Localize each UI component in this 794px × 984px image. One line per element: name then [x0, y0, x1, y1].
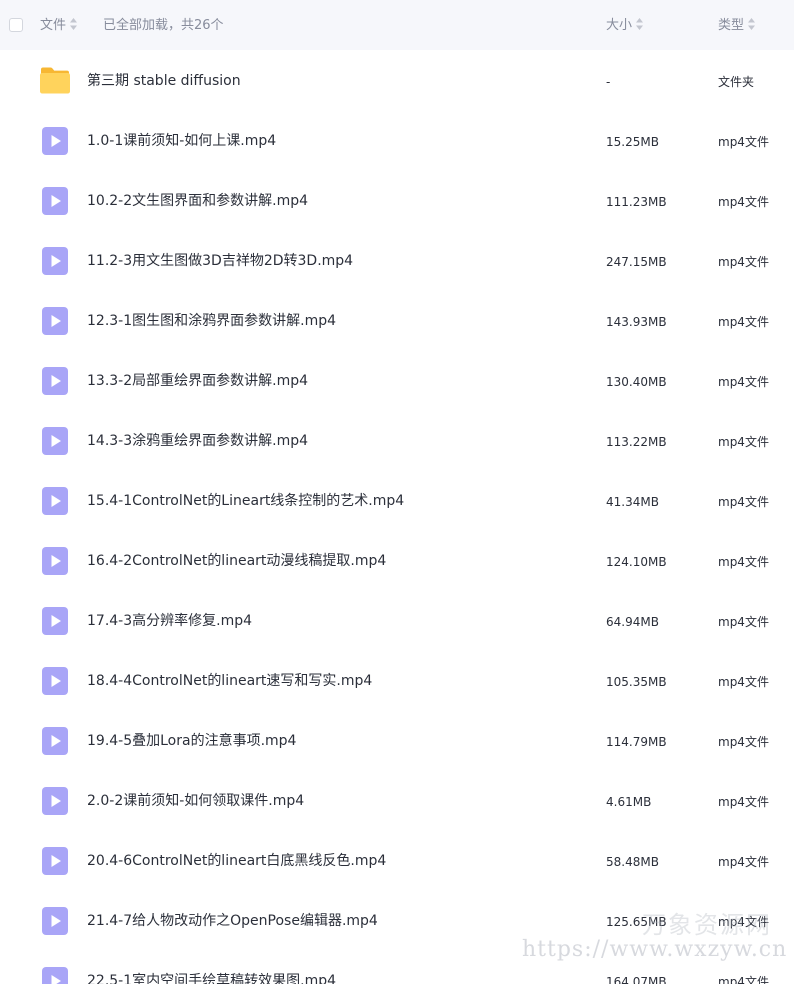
- file-size: 114.79MB: [606, 735, 667, 749]
- file-type: mp4文件: [718, 975, 769, 984]
- file-name: 20.4-6ControlNet的lineart白底黑线反色.mp4: [87, 853, 387, 869]
- sort-icon: [70, 18, 78, 30]
- file-name: 16.4-2ControlNet的lineart动漫线稿提取.mp4: [87, 553, 387, 569]
- video-file-icon: [42, 487, 68, 515]
- video-file-icon: [42, 847, 68, 875]
- file-type: mp4文件: [718, 375, 769, 389]
- file-size: 111.23MB: [606, 195, 667, 209]
- file-type: mp4文件: [718, 795, 769, 809]
- select-all-checkbox[interactable]: [9, 18, 23, 32]
- list-item[interactable]: 21.4-7给人物改动作之OpenPose编辑器.mp4 125.65MB mp…: [0, 890, 794, 950]
- file-type: mp4文件: [718, 435, 769, 449]
- file-name: 2.0-2课前须知-如何领取课件.mp4: [87, 793, 305, 809]
- list-item[interactable]: 17.4-3高分辨率修复.mp4 64.94MB mp4文件: [0, 590, 794, 650]
- file-type: mp4文件: [718, 675, 769, 689]
- list-item[interactable]: 10.2-2文生图界面和参数讲解.mp4 111.23MB mp4文件: [0, 170, 794, 230]
- list-item[interactable]: 11.2-3用文生图做3D吉祥物2D转3D.mp4 247.15MB mp4文件: [0, 230, 794, 290]
- file-name: 11.2-3用文生图做3D吉祥物2D转3D.mp4: [87, 253, 354, 269]
- file-size: 64.94MB: [606, 615, 659, 629]
- list-item[interactable]: 19.4-5叠加Lora的注意事项.mp4 114.79MB mp4文件: [0, 710, 794, 770]
- file-size: 130.40MB: [606, 375, 667, 389]
- list-item[interactable]: 14.3-3涂鸦重绘界面参数讲解.mp4 113.22MB mp4文件: [0, 410, 794, 470]
- column-header-type[interactable]: 类型: [718, 17, 756, 35]
- column-header-name[interactable]: 文件: [40, 17, 78, 35]
- column-header-type-label: 类型: [718, 18, 745, 33]
- file-size: 4.61MB: [606, 795, 652, 809]
- file-name: 12.3-1图生图和涂鸦界面参数讲解.mp4: [87, 313, 337, 329]
- file-name: 17.4-3高分辨率修复.mp4: [87, 613, 253, 629]
- file-name: 第三期 stable diffusion: [87, 73, 241, 89]
- video-file-icon: [42, 247, 68, 275]
- video-file-icon: [42, 367, 68, 395]
- file-size: 15.25MB: [606, 135, 659, 149]
- file-type: mp4文件: [718, 555, 769, 569]
- video-file-icon: [42, 667, 68, 695]
- list-item[interactable]: 第三期 stable diffusion - 文件夹: [0, 50, 794, 110]
- list-item[interactable]: 16.4-2ControlNet的lineart动漫线稿提取.mp4 124.1…: [0, 530, 794, 590]
- file-type: mp4文件: [718, 255, 769, 269]
- sort-icon: [636, 18, 644, 30]
- video-file-icon: [42, 307, 68, 335]
- list-item[interactable]: 15.4-1ControlNet的Lineart线条控制的艺术.mp4 41.3…: [0, 470, 794, 530]
- file-name: 10.2-2文生图界面和参数讲解.mp4: [87, 193, 309, 209]
- file-name: 15.4-1ControlNet的Lineart线条控制的艺术.mp4: [87, 493, 405, 509]
- video-file-icon: [42, 547, 68, 575]
- video-file-icon: [42, 727, 68, 755]
- sort-icon: [748, 18, 756, 30]
- file-name: 1.0-1课前须知-如何上课.mp4: [87, 133, 277, 149]
- file-name: 14.3-3涂鸦重绘界面参数讲解.mp4: [87, 433, 309, 449]
- file-name: 22.5-1室内空间手绘草稿转效果图.mp4: [87, 973, 337, 984]
- column-header-size-label: 大小: [606, 18, 633, 33]
- list-item[interactable]: 12.3-1图生图和涂鸦界面参数讲解.mp4 143.93MB mp4文件: [0, 290, 794, 350]
- file-list-page: 文件 已全部加载，共26个 大小 类型 第三期 stable diffusion…: [0, 0, 794, 984]
- file-type: mp4文件: [718, 495, 769, 509]
- file-type: mp4文件: [718, 735, 769, 749]
- column-header-name-label: 文件: [40, 18, 67, 33]
- column-header-size[interactable]: 大小: [606, 17, 644, 35]
- video-file-icon: [42, 607, 68, 635]
- file-size: 124.10MB: [606, 555, 667, 569]
- file-size: 113.22MB: [606, 435, 667, 449]
- video-file-icon: [42, 967, 68, 984]
- file-name: 18.4-4ControlNet的lineart速写和写实.mp4: [87, 673, 373, 689]
- file-type: mp4文件: [718, 855, 769, 869]
- file-name: 21.4-7给人物改动作之OpenPose编辑器.mp4: [87, 913, 378, 929]
- video-file-icon: [42, 127, 68, 155]
- file-size: 164.07MB: [606, 975, 667, 984]
- file-size: -: [606, 75, 611, 89]
- load-status-text: 已全部加载，共26个: [103, 18, 224, 33]
- list-item[interactable]: 22.5-1室内空间手绘草稿转效果图.mp4 164.07MB mp4文件: [0, 950, 794, 984]
- file-size: 105.35MB: [606, 675, 667, 689]
- file-type: 文件夹: [718, 75, 755, 89]
- video-file-icon: [42, 787, 68, 815]
- file-size: 125.65MB: [606, 915, 667, 929]
- video-file-icon: [42, 187, 68, 215]
- list-item[interactable]: 20.4-6ControlNet的lineart白底黑线反色.mp4 58.48…: [0, 830, 794, 890]
- file-size: 58.48MB: [606, 855, 659, 869]
- file-type: mp4文件: [718, 195, 769, 209]
- file-size: 41.34MB: [606, 495, 659, 509]
- list-item[interactable]: 18.4-4ControlNet的lineart速写和写实.mp4 105.35…: [0, 650, 794, 710]
- file-size: 247.15MB: [606, 255, 667, 269]
- file-type: mp4文件: [718, 315, 769, 329]
- list-item[interactable]: 2.0-2课前须知-如何领取课件.mp4 4.61MB mp4文件: [0, 770, 794, 830]
- file-size: 143.93MB: [606, 315, 667, 329]
- list-item[interactable]: 1.0-1课前须知-如何上课.mp4 15.25MB mp4文件: [0, 110, 794, 170]
- folder-icon: [40, 67, 70, 94]
- file-list: 第三期 stable diffusion - 文件夹 1.0-1课前须知-如何上…: [0, 50, 794, 984]
- list-header: 文件 已全部加载，共26个 大小 类型: [0, 0, 794, 50]
- video-file-icon: [42, 427, 68, 455]
- file-type: mp4文件: [718, 615, 769, 629]
- video-file-icon: [42, 907, 68, 935]
- file-name: 19.4-5叠加Lora的注意事项.mp4: [87, 733, 297, 749]
- file-name: 13.3-2局部重绘界面参数讲解.mp4: [87, 373, 309, 389]
- file-type: mp4文件: [718, 915, 769, 929]
- file-type: mp4文件: [718, 135, 769, 149]
- list-item[interactable]: 13.3-2局部重绘界面参数讲解.mp4 130.40MB mp4文件: [0, 350, 794, 410]
